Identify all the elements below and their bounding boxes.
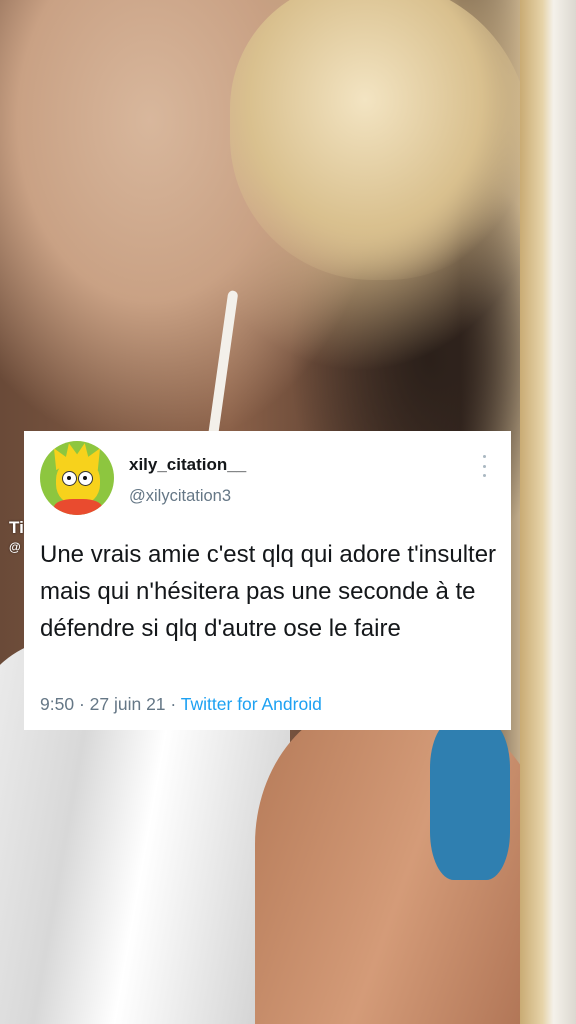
photo-dress-strap	[207, 290, 239, 440]
meta-separator-2: ·	[170, 694, 177, 714]
tweet-source-link[interactable]: Twitter for Android	[181, 694, 322, 714]
tweet-time: 9:50	[40, 694, 75, 714]
photo-arm	[255, 700, 555, 1024]
photo-hair	[230, 0, 530, 280]
tweet-date: 27 juin 21	[89, 694, 166, 714]
cartoon-avatar-icon[interactable]	[40, 441, 114, 515]
meta-separator: ·	[78, 694, 85, 714]
tweet-meta: 9:50 · 27 juin 21 · Twitter for Android	[40, 694, 322, 715]
partial-overlay-handle: @	[9, 540, 21, 554]
photo-door-frame	[520, 0, 576, 1024]
more-vertical-icon[interactable]	[476, 455, 492, 477]
tweet-card: xily_citation__ @xilycitation3 Une vrais…	[24, 431, 511, 730]
tweet-handle[interactable]: @xilycitation3	[129, 487, 231, 506]
tweet-text: Une vrais amie c'est qlq qui adore t'ins…	[40, 541, 497, 642]
partial-overlay-text: Ti	[9, 518, 24, 537]
tweet-display-name[interactable]: xily_citation__	[129, 455, 246, 475]
photo-friend-shirt	[430, 720, 510, 880]
